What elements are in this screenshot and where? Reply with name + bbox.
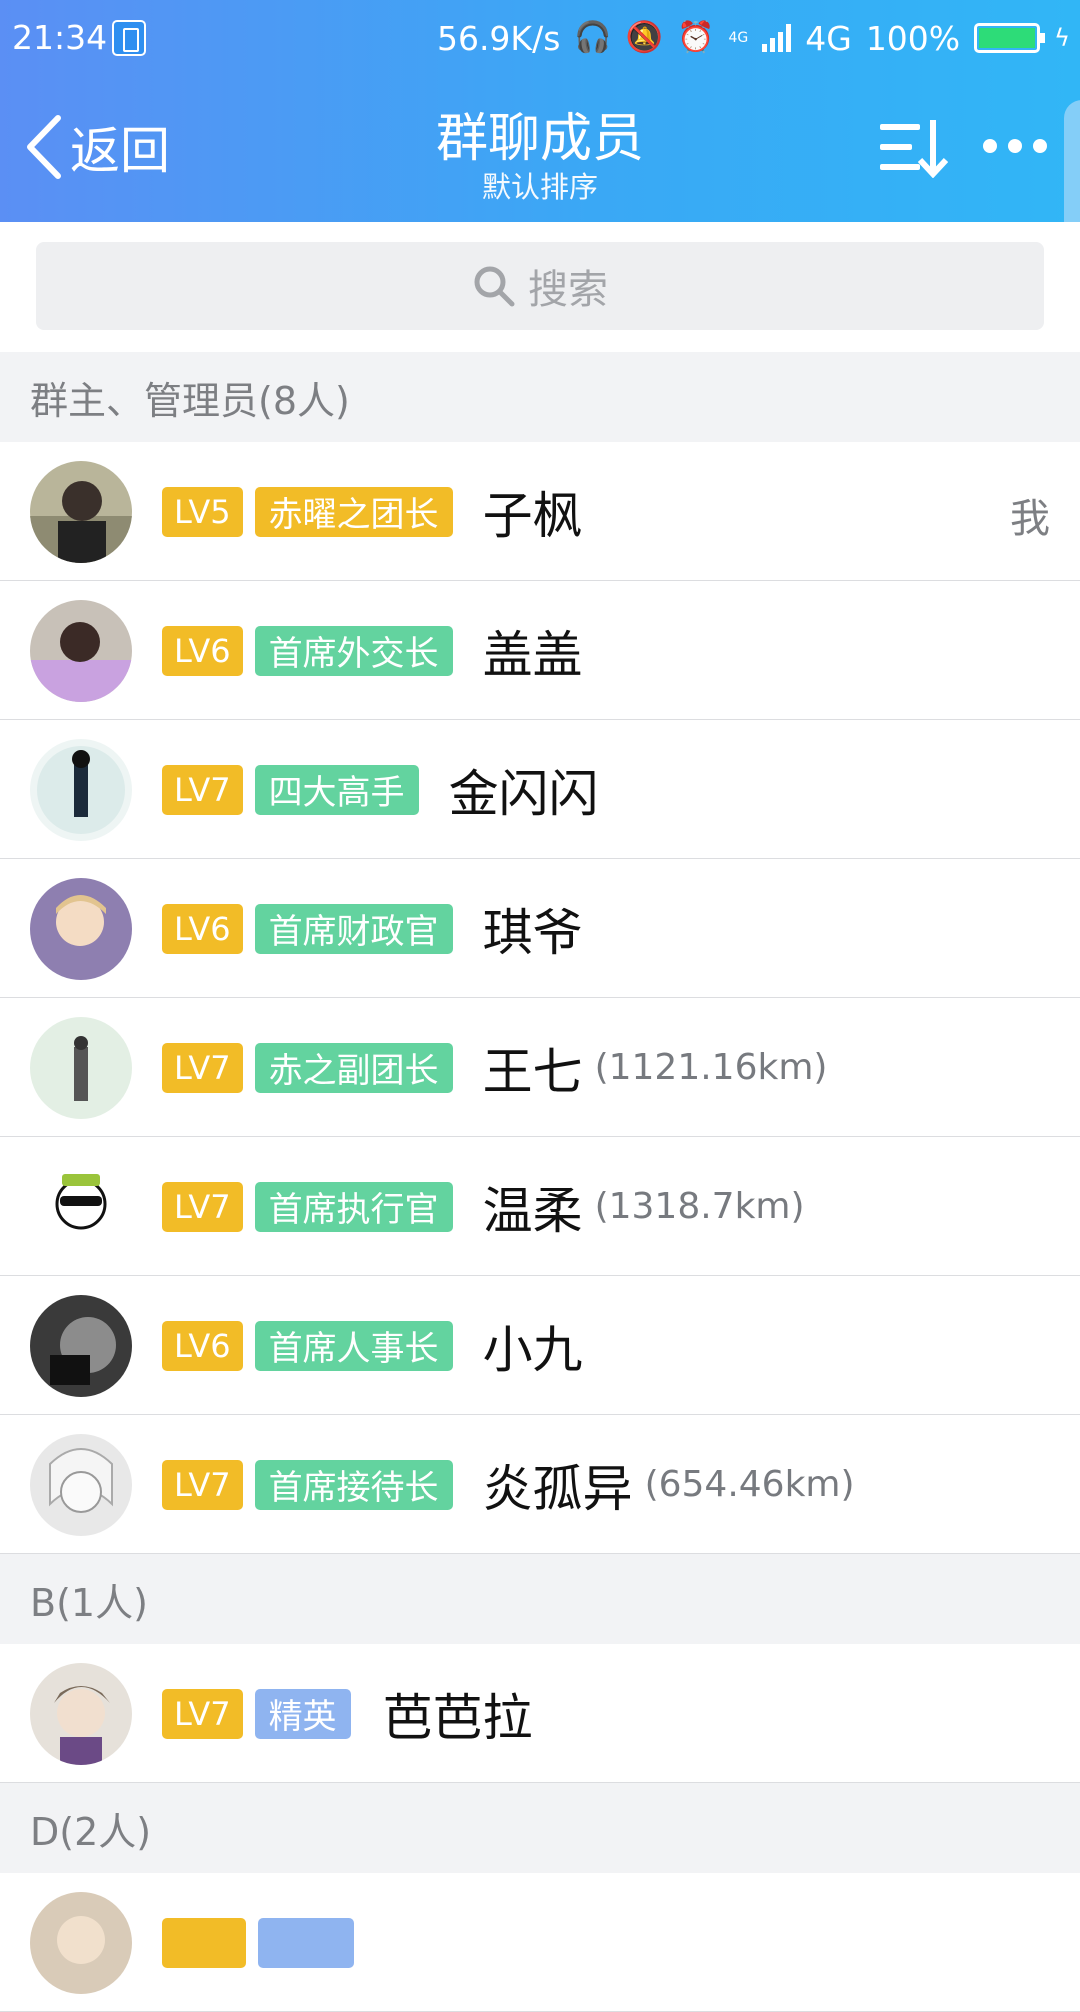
status-bar: 21:34 56.9K/s 🎧 🔕 ⏰ 4G 4G 100% ϟ <box>0 0 1080 78</box>
member-info: LV6 首席外交长 盖盖 <box>162 581 583 720</box>
avatar <box>30 1663 132 1765</box>
section-header-d: D(2人) <box>0 1783 1080 1873</box>
network-type: 4G <box>805 18 852 58</box>
avatar <box>30 878 132 980</box>
list-item[interactable]: LV6 首席人事长 小九 <box>0 1276 1080 1415</box>
title-badge <box>258 1917 354 1968</box>
member-distance: (654.46km) <box>644 1464 855 1505</box>
list-item[interactable]: LV7 首席接待长 炎孤异 (654.46km) <box>0 1415 1080 1554</box>
level-badge: LV7 <box>162 1181 243 1232</box>
search-placeholder: 搜索 <box>528 267 608 313</box>
level-badge: LV5 <box>162 486 243 537</box>
avatar <box>30 600 132 702</box>
list-item[interactable]: LV5 赤曜之团长 子枫 我 <box>0 442 1080 581</box>
headphones-icon: 🎧 <box>574 20 612 55</box>
member-name: 小九 <box>482 1320 583 1379</box>
small-network-label: 4G <box>728 30 749 46</box>
avatar <box>30 1295 132 1397</box>
member-list: 群主、管理员(8人) LV5 赤曜之团长 子枫 我 LV6 首席外交长 盖盖 L… <box>0 352 1080 2012</box>
section-header-b: B(1人) <box>0 1554 1080 1644</box>
member-info: LV6 首席财政官 琪爷 <box>162 859 583 998</box>
list-item[interactable]: LV7 赤之副团长 王七 (1121.16km) <box>0 998 1080 1137</box>
member-distance: (1121.16km) <box>594 1047 828 1088</box>
member-name: 温柔 <box>482 1181 583 1240</box>
avatar <box>30 461 132 563</box>
list-item[interactable]: LV7 首席执行官 温柔 (1318.7km) <box>0 1137 1080 1276</box>
member-info: LV7 精英 芭芭拉 <box>162 1644 533 1783</box>
mute-bell-icon: 🔕 <box>625 20 664 55</box>
member-distance: (1318.7km) <box>594 1186 805 1227</box>
search-area: 搜索 <box>0 222 1080 352</box>
member-name: 炎孤异 <box>482 1459 633 1518</box>
title-badge: 首席执行官 <box>254 1181 453 1232</box>
title-badge: 赤曜之团长 <box>254 486 453 537</box>
alarm-icon: ⏰ <box>677 20 715 55</box>
section-header-admins: 群主、管理员(8人) <box>0 352 1080 442</box>
level-badge: LV7 <box>162 1459 243 1510</box>
self-tag: 我 <box>1010 496 1050 542</box>
member-info: LV7 四大高手 金闪闪 <box>162 720 599 859</box>
member-name: 芭芭拉 <box>382 1688 533 1747</box>
sort-list-icon[interactable] <box>878 118 948 178</box>
avatar <box>30 1434 132 1536</box>
title-badge: 首席人事长 <box>254 1320 453 1371</box>
member-name: 王七 <box>482 1042 583 1101</box>
member-name: 琪爷 <box>482 903 583 962</box>
level-badge <box>162 1917 246 1968</box>
member-info: LV7 赤之副团长 王七 (1121.16km) <box>162 998 827 1137</box>
signal-icon <box>762 24 792 52</box>
title-badge: 精英 <box>254 1688 351 1739</box>
member-name: 子枫 <box>482 486 583 545</box>
member-name: 盖盖 <box>482 625 583 684</box>
list-item[interactable]: LV6 首席外交长 盖盖 <box>0 581 1080 720</box>
level-badge: LV7 <box>162 1688 243 1739</box>
title-badge: 首席接待长 <box>254 1459 453 1510</box>
status-time: 21:34 <box>12 18 108 57</box>
level-badge: LV6 <box>162 903 243 954</box>
avatar <box>30 1017 132 1119</box>
title-badge: 首席财政官 <box>254 903 453 954</box>
member-info: LV6 首席人事长 小九 <box>162 1276 583 1415</box>
battery-icon <box>974 23 1046 53</box>
title-badge: 赤之副团长 <box>254 1042 453 1093</box>
list-item[interactable]: LV7 精英 芭芭拉 <box>0 1644 1080 1783</box>
list-item[interactable]: LV6 首席财政官 琪爷 <box>0 859 1080 998</box>
network-speed: 56.9K/s <box>436 18 561 58</box>
member-info: LV5 赤曜之团长 子枫 <box>162 442 583 581</box>
charging-icon: ϟ <box>1054 24 1070 52</box>
search-icon <box>474 266 515 307</box>
member-info <box>162 1873 386 2012</box>
avatar <box>30 1156 132 1258</box>
avatar <box>30 739 132 841</box>
avatar <box>30 1892 132 1994</box>
status-right: 56.9K/s 🎧 🔕 ⏰ 4G 4G 100% ϟ <box>437 18 1070 58</box>
level-badge: LV7 <box>162 1042 243 1093</box>
member-info: LV7 首席接待长 炎孤异 (654.46km) <box>162 1415 855 1554</box>
member-name: 金闪闪 <box>448 764 599 823</box>
level-badge: LV6 <box>162 625 243 676</box>
top-header: 21:34 56.9K/s 🎧 🔕 ⏰ 4G 4G 100% ϟ 返回 群聊成员… <box>0 0 1080 260</box>
level-badge: LV6 <box>162 1320 243 1371</box>
battery-percent: 100% <box>865 18 961 58</box>
title-badge: 首席外交长 <box>254 625 453 676</box>
search-input[interactable]: 搜索 <box>36 242 1044 330</box>
more-dots-icon[interactable] <box>980 128 1050 164</box>
battery-saver-icon <box>112 20 146 56</box>
title-badge: 四大高手 <box>254 764 419 815</box>
list-item-partial[interactable] <box>0 1873 1080 2012</box>
list-item[interactable]: LV7 四大高手 金闪闪 <box>0 720 1080 859</box>
member-info: LV7 首席执行官 温柔 (1318.7km) <box>162 1137 805 1276</box>
level-badge: LV7 <box>162 764 243 815</box>
